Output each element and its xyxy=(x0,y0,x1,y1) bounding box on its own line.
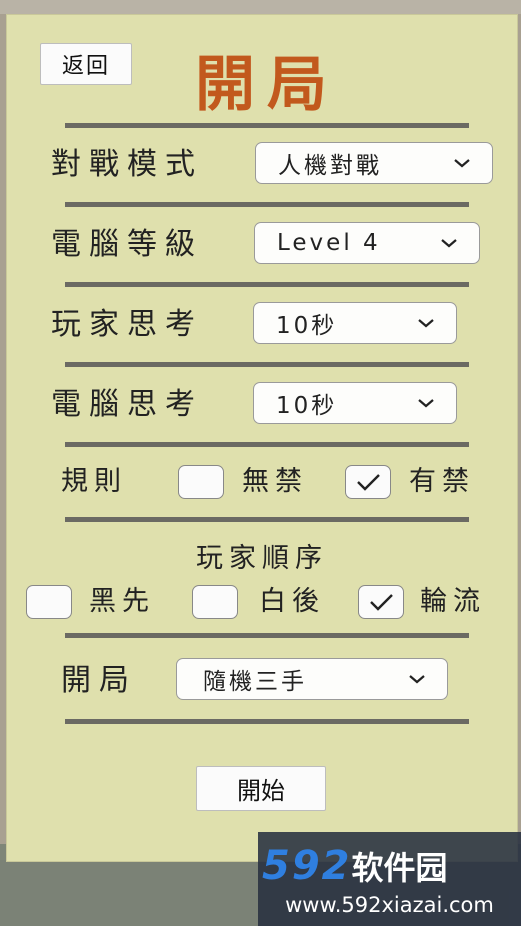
checkmark-icon xyxy=(357,474,380,491)
background-top xyxy=(0,0,521,14)
divider xyxy=(65,282,469,287)
divider xyxy=(65,633,469,638)
order-white-second-checkbox[interactable] xyxy=(192,585,238,619)
page-title: 開局 xyxy=(195,50,339,120)
order-black-first-checkbox[interactable] xyxy=(26,585,72,619)
player-order-label: 玩家順序 xyxy=(196,543,328,574)
chevron-down-icon xyxy=(418,319,434,328)
start-button-label: 開始 xyxy=(237,777,285,805)
mode-select-value: 人機對戰 xyxy=(278,153,382,179)
divider xyxy=(65,202,469,207)
rules-label: 規則 xyxy=(61,466,127,497)
chevron-down-icon xyxy=(454,159,470,168)
divider xyxy=(65,362,469,367)
player-think-label: 玩家思考 xyxy=(51,307,203,342)
order-white-second-label: 白後 xyxy=(259,586,325,617)
chevron-down-icon xyxy=(441,239,457,248)
divider xyxy=(65,442,469,447)
rules-restriction-label: 有禁 xyxy=(409,466,475,497)
divider xyxy=(65,719,469,724)
player-think-select-value: 10秒 xyxy=(276,313,338,339)
watermark-url: www.592xiazai.com xyxy=(285,893,494,917)
opening-select-value: 隨機三手 xyxy=(203,669,307,695)
order-alternate-label: 輪流 xyxy=(420,586,486,617)
mode-select[interactable]: 人機對戰 xyxy=(255,142,493,184)
computer-think-label: 電腦思考 xyxy=(51,387,203,422)
computer-think-select-value: 10秒 xyxy=(276,393,338,419)
watermark-logo-text: 软件园 xyxy=(351,849,448,887)
opening-select[interactable]: 隨機三手 xyxy=(176,658,448,700)
rules-restriction-checkbox[interactable] xyxy=(345,465,391,499)
back-button[interactable]: 返回 xyxy=(40,43,132,85)
divider xyxy=(65,517,469,522)
mode-label: 對戰模式 xyxy=(51,147,203,182)
opening-dialog: 返回 開局 對戰模式 人機對戰 電腦等級 Level 4 玩家思考 10秒 電腦… xyxy=(6,14,518,862)
level-select-value: Level 4 xyxy=(277,230,381,256)
computer-think-select[interactable]: 10秒 xyxy=(253,382,457,424)
back-button-label: 返回 xyxy=(61,54,110,79)
rules-no-restriction-checkbox[interactable] xyxy=(178,465,224,499)
rules-no-restriction-label: 無禁 xyxy=(242,466,308,497)
chevron-down-icon xyxy=(409,675,425,684)
level-label: 電腦等級 xyxy=(51,227,203,262)
checkmark-icon xyxy=(370,594,393,611)
divider xyxy=(65,123,469,128)
start-button[interactable]: 開始 xyxy=(196,766,326,811)
chevron-down-icon xyxy=(418,399,434,408)
order-alternate-checkbox[interactable] xyxy=(358,585,404,619)
player-think-select[interactable]: 10秒 xyxy=(253,302,457,344)
order-black-first-label: 黑先 xyxy=(89,586,155,617)
opening-label: 開局 xyxy=(61,663,137,698)
level-select[interactable]: Level 4 xyxy=(254,222,480,264)
watermark-logo: 592软件园 xyxy=(262,840,517,892)
watermark-logo-number: 592 xyxy=(262,843,352,889)
